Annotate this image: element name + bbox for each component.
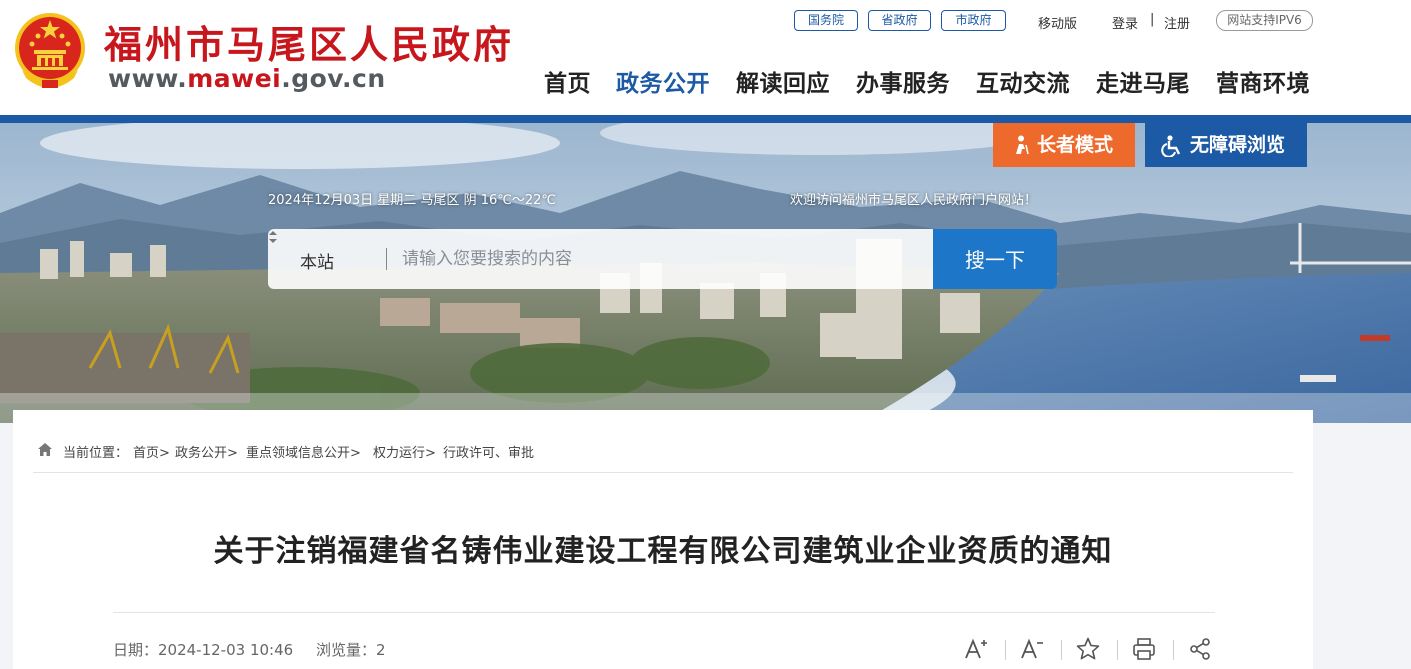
font-increase-icon[interactable] bbox=[963, 636, 989, 662]
link-mobile[interactable]: 移动版 bbox=[1038, 13, 1077, 32]
updown-arrow-icon[interactable] bbox=[268, 229, 278, 245]
site-url-prefix: www. bbox=[108, 64, 188, 93]
nav-home[interactable]: 首页 bbox=[544, 64, 591, 98]
search-input[interactable] bbox=[402, 239, 922, 279]
search-divider bbox=[386, 248, 387, 270]
nav-business-env[interactable]: 营商环境 bbox=[1216, 64, 1310, 98]
article-meta: 日期：2024-12-03 10:46 浏览量：2 bbox=[113, 639, 404, 660]
nav-gov-affairs[interactable]: 政务公开 bbox=[616, 64, 710, 98]
ipv6-badge: 网站支持IPV6 bbox=[1216, 10, 1313, 31]
breadcrumb-item-home[interactable]: 首页> bbox=[133, 442, 170, 461]
nav-about-mawei[interactable]: 走进马尾 bbox=[1096, 64, 1190, 98]
site-url-accent: mawei bbox=[187, 64, 282, 93]
elder-mode-label: 长者模式 bbox=[1037, 134, 1114, 156]
welcome-text: 欢迎访问福州市马尾区人民政府门户网站！ bbox=[790, 193, 1038, 208]
header-divider bbox=[0, 115, 1411, 123]
national-emblem-icon bbox=[15, 13, 85, 88]
nav-services[interactable]: 办事服务 bbox=[856, 64, 950, 98]
breadcrumb-item-power-operation[interactable]: 权力运行> bbox=[373, 442, 436, 461]
publish-date: 日期：2024-12-03 10:46 bbox=[113, 641, 294, 659]
city-banner: 长者模式 无障碍浏览 2024年12月03日 星期二 马尾区 阴 16℃～22℃… bbox=[0, 123, 1411, 423]
site-header: 福州市马尾区人民政府 www.mawei.gov.cn 国务院 省政府 市政府 … bbox=[0, 0, 1411, 115]
breadcrumb-item-gov-affairs[interactable]: 政务公开> bbox=[175, 442, 238, 461]
font-decrease-icon[interactable] bbox=[1019, 636, 1045, 662]
breadcrumb-item-licensing[interactable]: 行政许可、审批 bbox=[443, 442, 534, 461]
search-bar: 本站 搜一下 bbox=[268, 229, 1057, 289]
search-scope-select[interactable]: 本站 bbox=[300, 248, 334, 273]
link-guowuyuan[interactable]: 国务院 bbox=[794, 10, 858, 31]
home-icon bbox=[38, 443, 52, 456]
tool-divider bbox=[1005, 640, 1006, 660]
link-separator: | bbox=[1150, 12, 1155, 27]
accessible-browse-label: 无障碍浏览 bbox=[1190, 134, 1286, 156]
view-count: 浏览量：2 bbox=[315, 641, 386, 659]
article-tools bbox=[963, 636, 1223, 662]
link-city-gov[interactable]: 市政府 bbox=[941, 10, 1006, 31]
share-icon[interactable] bbox=[1187, 636, 1213, 662]
link-register[interactable]: 注册 bbox=[1164, 13, 1190, 32]
title-divider bbox=[113, 612, 1215, 613]
site-url-suffix: .gov.cn bbox=[281, 64, 386, 93]
elder-mode-button[interactable]: 长者模式 bbox=[993, 123, 1135, 167]
tool-divider bbox=[1117, 640, 1118, 660]
site-title: 福州市马尾区人民政府 bbox=[104, 22, 515, 67]
tool-divider bbox=[1173, 640, 1174, 660]
breadcrumb-label: 当前位置： bbox=[63, 446, 129, 461]
elder-person-icon bbox=[1016, 135, 1029, 155]
date-weather: 2024年12月03日 星期二 马尾区 阴 16℃～22℃ bbox=[268, 193, 556, 208]
nav-interpretation[interactable]: 解读回应 bbox=[736, 64, 830, 98]
search-field-area: 本站 bbox=[268, 229, 933, 289]
breadcrumb-divider bbox=[33, 472, 1293, 473]
link-login[interactable]: 登录 bbox=[1112, 13, 1138, 32]
article-title: 关于注销福建省名铸伟业建设工程有限公司建筑业企业资质的通知 bbox=[213, 534, 1113, 569]
wheelchair-icon bbox=[1161, 135, 1181, 157]
tool-divider bbox=[1061, 640, 1062, 660]
link-provincial-gov[interactable]: 省政府 bbox=[868, 10, 931, 31]
nav-interaction[interactable]: 互动交流 bbox=[976, 64, 1070, 98]
site-url: www.mawei.gov.cn bbox=[108, 64, 386, 93]
accessible-browse-button[interactable]: 无障碍浏览 bbox=[1145, 123, 1307, 167]
breadcrumb-item-key-areas[interactable]: 重点领域信息公开> bbox=[246, 442, 361, 461]
favorite-star-icon[interactable] bbox=[1075, 636, 1101, 662]
article-card: 当前位置： 首页> 政务公开> 重点领域信息公开> 权力运行> 行政许可、审批 … bbox=[13, 410, 1313, 669]
print-icon[interactable] bbox=[1131, 636, 1157, 662]
search-button[interactable]: 搜一下 bbox=[933, 229, 1057, 289]
